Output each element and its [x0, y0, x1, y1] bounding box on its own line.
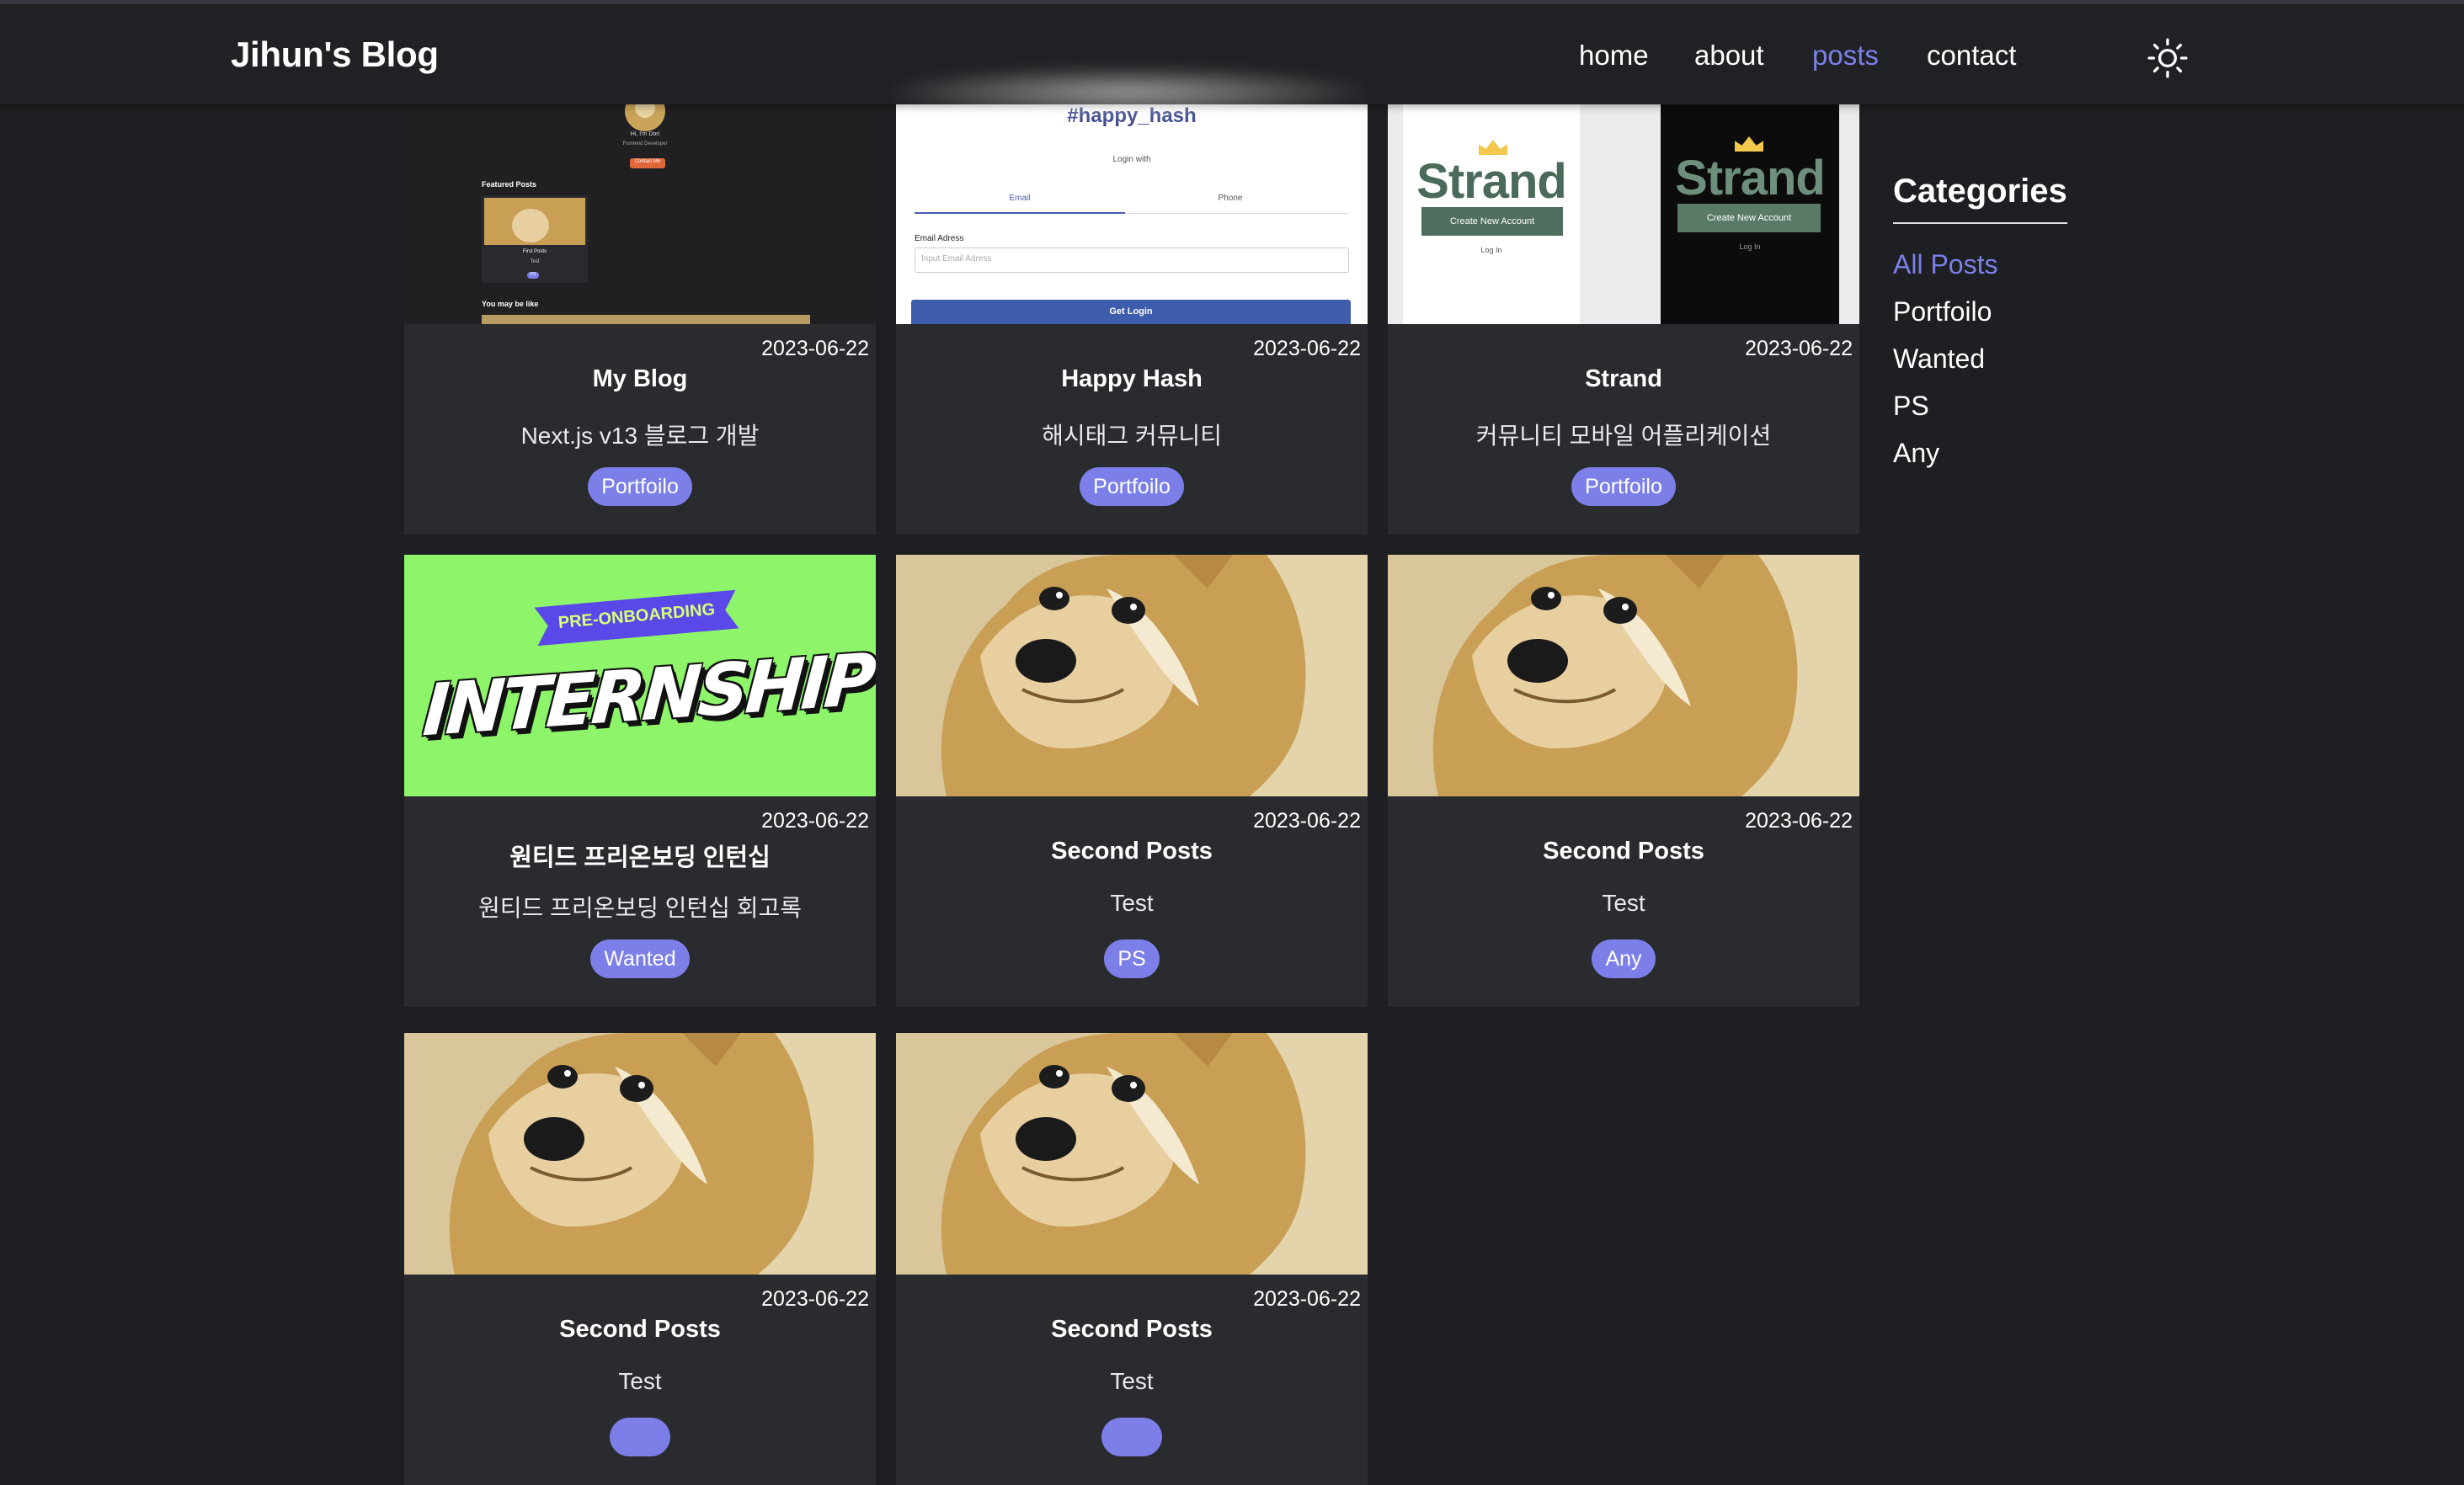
post-card[interactable]: #happy_hash Login with Email Phone Email…	[896, 82, 1368, 535]
post-date: 2023-06-22	[761, 1287, 869, 1311]
strand-logo-light: Strand	[1416, 154, 1567, 209]
category-ps[interactable]: PS	[1893, 382, 2112, 429]
sun-icon	[2147, 38, 2188, 78]
post-description: Test	[618, 1368, 662, 1394]
blog-thumb-hi: Hi, I'm Dori	[630, 131, 660, 137]
doge-image	[896, 555, 1368, 796]
happy-hash-login-with: Login with	[1112, 155, 1151, 164]
happy-hash-tab-email: Email	[1009, 194, 1031, 203]
post-card[interactable]: 2023-06-22 Second Posts Test	[404, 1033, 876, 1485]
post-category-tag[interactable]: Portfoilo	[588, 467, 692, 506]
post-title: Second Posts	[1051, 838, 1213, 865]
post-category-tag[interactable]	[610, 1418, 670, 1456]
post-title: Second Posts	[1051, 1316, 1213, 1343]
post-card[interactable]: 2023-06-22 Second Posts Test PS	[896, 555, 1368, 1007]
post-card[interactable]: PRE-ONBOARDING INTERNSHIP 2023-06-22 원티드…	[404, 555, 876, 1007]
post-thumbnail: #happy_hash Login with Email Phone Email…	[896, 82, 1368, 324]
blog-thumb-first-post: First Posts	[522, 249, 547, 254]
post-category-tag[interactable]: Wanted	[590, 939, 690, 978]
post-card[interactable]: 2023-06-22 Second Posts Test Any	[1388, 555, 1859, 1007]
happy-hash-tab-phone: Phone	[1218, 194, 1243, 203]
post-title: Happy Hash	[1061, 365, 1203, 392]
post-thumbnail: PRE-ONBOARDING INTERNSHIP	[404, 555, 876, 796]
category-all-posts[interactable]: All Posts	[1893, 241, 2112, 288]
post-category-tag[interactable]	[1101, 1418, 1162, 1456]
post-title: Strand	[1585, 365, 1662, 392]
happy-hash-email-label: Email Adress	[915, 234, 964, 243]
post-title: Second Posts	[1543, 838, 1704, 865]
post-thumbnail	[404, 1033, 876, 1275]
strand-login-dark: Log In	[1739, 242, 1761, 251]
strand-logo-dark: Strand	[1675, 151, 1826, 205]
post-date: 2023-06-22	[1253, 1287, 1361, 1311]
blog-thumb-first-desc: Test	[530, 259, 540, 264]
post-card[interactable]: Hi, I'm Dori Frontend Developer Contact …	[404, 82, 876, 535]
post-date: 2023-06-22	[1253, 337, 1361, 360]
happy-hash-tab-underline-active	[915, 212, 1125, 214]
categories-list: All Posts Portfoilo Wanted PS Any	[1893, 241, 2112, 476]
category-portfolio[interactable]: Portfoilo	[1893, 288, 2112, 335]
blog-thumb-contact: Contact Me	[634, 159, 661, 164]
categories-sidebar: Categories All Posts Portfoilo Wanted PS…	[1893, 173, 2112, 476]
post-category-tag[interactable]: PS	[1104, 939, 1160, 978]
post-description: Next.js v13 블로그 개발	[520, 423, 760, 449]
strand-button-light: Create New Account	[1421, 207, 1563, 236]
post-thumbnail: Strand Strand Create New Account Create …	[1388, 82, 1859, 324]
happy-hash-email-placeholder: Input Email Adress	[921, 254, 992, 263]
post-description: 해시태그 커뮤니티	[1042, 423, 1222, 449]
post-thumbnail	[896, 555, 1368, 796]
post-thumbnail	[896, 1033, 1368, 1275]
post-title: My Blog	[592, 365, 688, 392]
site-brand[interactable]: Jihun's Blog	[231, 35, 439, 75]
post-thumbnail	[1388, 555, 1859, 796]
post-date: 2023-06-22	[1745, 809, 1853, 833]
nav-home[interactable]: home	[1579, 40, 1649, 72]
post-description: Test	[1110, 890, 1154, 916]
theme-toggle-button[interactable]	[2144, 35, 2191, 82]
happy-hash-hashtag: #happy_hash	[1067, 104, 1197, 127]
nav-about[interactable]: about	[1694, 40, 1764, 72]
internship-headline: INTERNSHIP	[420, 637, 876, 753]
post-date: 2023-06-22	[1745, 337, 1853, 360]
post-category-tag[interactable]: Portfoilo	[1571, 467, 1676, 506]
post-date: 2023-06-22	[761, 809, 869, 833]
doge-image	[1388, 555, 1859, 796]
nav-contact[interactable]: contact	[1927, 40, 2016, 72]
blog-thumb-tag: PS	[530, 272, 536, 277]
post-thumbnail: Hi, I'm Dori Frontend Developer Contact …	[404, 82, 876, 324]
doge-image	[896, 1033, 1368, 1275]
post-description: 원티드 프리온보딩 인턴십 회고록	[478, 895, 802, 921]
categories-heading: Categories	[1893, 173, 2067, 224]
category-any[interactable]: Any	[1893, 429, 2112, 476]
post-title: Second Posts	[559, 1316, 721, 1343]
category-wanted[interactable]: Wanted	[1893, 335, 2112, 382]
post-card[interactable]: 2023-06-22 Second Posts Test	[896, 1033, 1368, 1485]
blog-thumb-sub: Frontend Developer	[622, 141, 668, 146]
post-card[interactable]: Strand Strand Create New Account Create …	[1388, 82, 1859, 535]
strand-login-light: Log In	[1480, 246, 1502, 254]
post-date: 2023-06-22	[761, 337, 869, 360]
blog-thumb-you-may: You may be like	[482, 300, 539, 308]
post-description: Test	[1602, 890, 1645, 916]
strand-button-dark: Create New Account	[1677, 204, 1821, 232]
doge-image	[404, 1033, 876, 1275]
post-category-tag[interactable]: Any	[1592, 939, 1656, 978]
post-description: Test	[1110, 1368, 1154, 1394]
post-date: 2023-06-22	[1253, 809, 1361, 833]
post-title: 원티드 프리온보딩 인턴십	[509, 844, 771, 871]
post-category-tag[interactable]: Portfoilo	[1080, 467, 1184, 506]
site-header: Jihun's Blog home about posts contact	[0, 4, 2464, 104]
nav-posts[interactable]: posts	[1812, 40, 1879, 72]
happy-hash-get-login-label: Get Login	[1109, 306, 1153, 317]
blog-thumb-featured: Featured Posts	[482, 180, 537, 189]
post-description: 커뮤니티 모바일 어플리케이션	[1475, 423, 1772, 449]
